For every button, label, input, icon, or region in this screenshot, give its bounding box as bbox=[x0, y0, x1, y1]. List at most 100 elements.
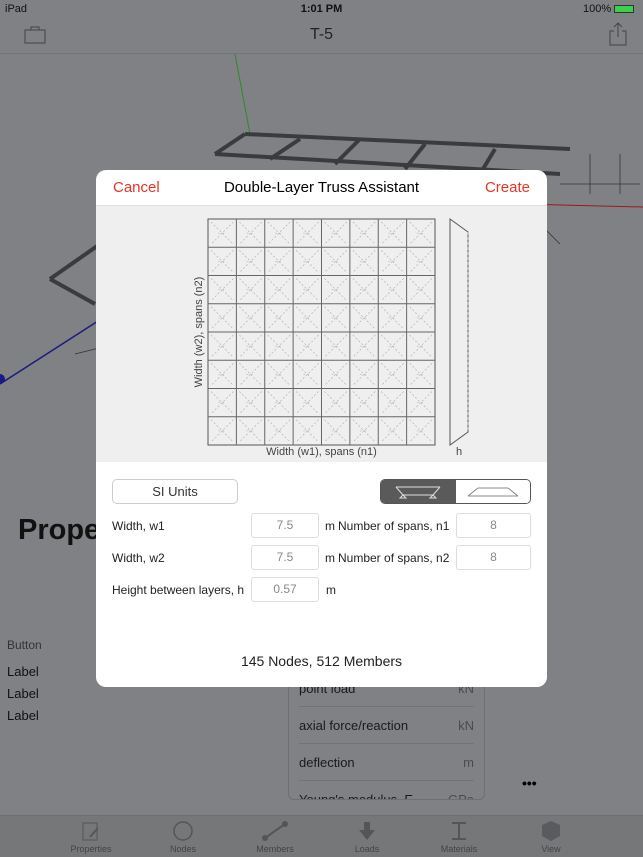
row-unit: kN bbox=[458, 717, 474, 733]
tab-view[interactable]: View bbox=[521, 820, 581, 854]
diagonal-member bbox=[295, 221, 319, 245]
spans-n1-input[interactable]: 8 bbox=[456, 513, 531, 538]
top-supported-option[interactable] bbox=[455, 480, 530, 503]
diagonal-member bbox=[352, 278, 376, 301]
battery-icon bbox=[614, 5, 634, 13]
tab-nodes[interactable]: Nodes bbox=[153, 820, 213, 854]
circle-icon bbox=[173, 821, 193, 841]
tab-label: Nodes bbox=[169, 844, 196, 854]
diagonal-member bbox=[381, 306, 404, 330]
diagonal-member bbox=[210, 250, 234, 273]
diagonal-member bbox=[295, 278, 319, 301]
i-beam-icon bbox=[452, 822, 466, 840]
diagonal-member bbox=[409, 334, 433, 358]
tab-loads[interactable]: Loads bbox=[337, 820, 397, 854]
diagonal-member bbox=[295, 306, 319, 330]
width-w2-unit: m bbox=[325, 551, 335, 565]
diagonal-member bbox=[239, 278, 262, 301]
height-label: Height between layers, h bbox=[112, 583, 245, 597]
diagonal-member bbox=[352, 306, 376, 330]
tab-label: Loads bbox=[354, 844, 380, 854]
tab-label: Members bbox=[256, 844, 294, 854]
diagonal-member bbox=[295, 419, 319, 443]
diagonal-member bbox=[210, 419, 234, 443]
create-button[interactable]: Create bbox=[485, 179, 530, 196]
diagonal-member bbox=[267, 250, 291, 273]
diagonal-member bbox=[324, 221, 348, 245]
row-unit: GPa bbox=[447, 792, 474, 800]
summary-text: 145 Nodes, 512 Members bbox=[240, 653, 403, 669]
diagonal-member bbox=[352, 250, 376, 273]
height-input[interactable]: 0.57 bbox=[251, 577, 319, 602]
tab-label: View bbox=[541, 844, 561, 854]
tab-materials[interactable]: Materials bbox=[429, 820, 489, 854]
properties-heading: Prope bbox=[18, 514, 101, 546]
diagonal-member bbox=[267, 363, 291, 386]
member-icon bbox=[262, 821, 288, 841]
width-w2-label: Width, w2 bbox=[112, 551, 165, 565]
spans-n2-label: Number of spans, n2 bbox=[338, 551, 450, 565]
diagonal-member bbox=[409, 278, 433, 301]
diagonal-member bbox=[409, 391, 433, 414]
arrow-down-icon bbox=[359, 822, 375, 840]
width-w1-label: Width, w1 bbox=[112, 519, 165, 533]
dialog-title: Double-Layer Truss Assistant bbox=[223, 179, 420, 196]
diagonal-member bbox=[352, 221, 376, 245]
diagonal-member bbox=[295, 363, 319, 386]
notepad-icon bbox=[82, 822, 99, 841]
diagonal-member bbox=[295, 250, 319, 273]
label-2: Label bbox=[7, 686, 39, 701]
support-type-segmented bbox=[380, 479, 531, 504]
diagonal-member bbox=[295, 334, 319, 358]
diagonal-member bbox=[324, 419, 348, 443]
diagonal-member bbox=[381, 221, 404, 245]
table-row[interactable]: deflection m bbox=[299, 744, 474, 781]
cancel-button[interactable]: Cancel bbox=[113, 179, 160, 196]
bottom-supported-option[interactable] bbox=[381, 480, 456, 503]
diagonal-member bbox=[409, 419, 433, 443]
tab-properties[interactable]: Properties bbox=[61, 820, 121, 854]
diagonal-member bbox=[239, 363, 262, 386]
diagonal-member bbox=[381, 363, 404, 386]
height-label: h bbox=[456, 446, 463, 458]
table-row[interactable]: axial force/reaction kN bbox=[299, 707, 474, 744]
diagonal-member bbox=[267, 391, 291, 414]
side-view-truss bbox=[449, 218, 469, 446]
diagonal-member bbox=[324, 250, 348, 273]
units-table: point load kN axial force/reaction kN defl… bbox=[288, 670, 485, 800]
row-name: deflection bbox=[299, 754, 355, 770]
diagonal-member bbox=[324, 334, 348, 358]
diagonal-member bbox=[324, 391, 348, 414]
diagonal-member bbox=[409, 250, 433, 273]
diagonal-member bbox=[210, 334, 234, 358]
truss-assistant-dialog: Double-Layer Truss Assistant Cancel Crea… bbox=[96, 170, 547, 687]
diagonal-member bbox=[381, 334, 404, 358]
diagonal-member bbox=[381, 250, 404, 273]
width-w2-input[interactable]: 7.5 bbox=[251, 545, 319, 570]
diagonal-member bbox=[409, 363, 433, 386]
tab-label: Materials bbox=[440, 844, 478, 854]
diagonal-member bbox=[267, 221, 291, 245]
si-units-button[interactable]: SI Units bbox=[112, 479, 238, 504]
diagonal-member bbox=[239, 334, 262, 358]
truss-supported-top-icon bbox=[467, 487, 519, 496]
share-icon[interactable] bbox=[608, 22, 628, 46]
more-icon[interactable]: ••• bbox=[522, 775, 537, 791]
diagonal-member bbox=[324, 363, 348, 386]
diagonal-member bbox=[352, 363, 376, 386]
diagonal-member bbox=[210, 391, 234, 414]
width-w1-unit: m bbox=[325, 519, 335, 533]
diagonal-member bbox=[409, 306, 433, 330]
truss-diagram: Width (w1), spans (n1) Width (w2), spans… bbox=[96, 206, 547, 462]
width-w1-input[interactable]: 7.5 bbox=[251, 513, 319, 538]
diagonal-member bbox=[210, 363, 234, 386]
clock: 1:01 PM bbox=[300, 3, 343, 15]
spans-n2-input[interactable]: 8 bbox=[456, 545, 531, 570]
tab-members[interactable]: Members bbox=[245, 820, 305, 854]
diagonal-member bbox=[210, 221, 234, 245]
row-name: Young's modulus, E bbox=[299, 792, 414, 800]
diagonal-member bbox=[381, 419, 404, 443]
diagonal-member bbox=[239, 250, 262, 273]
table-row[interactable]: Young's modulus, E GPa bbox=[299, 781, 474, 800]
background-button[interactable]: Button bbox=[7, 638, 42, 652]
